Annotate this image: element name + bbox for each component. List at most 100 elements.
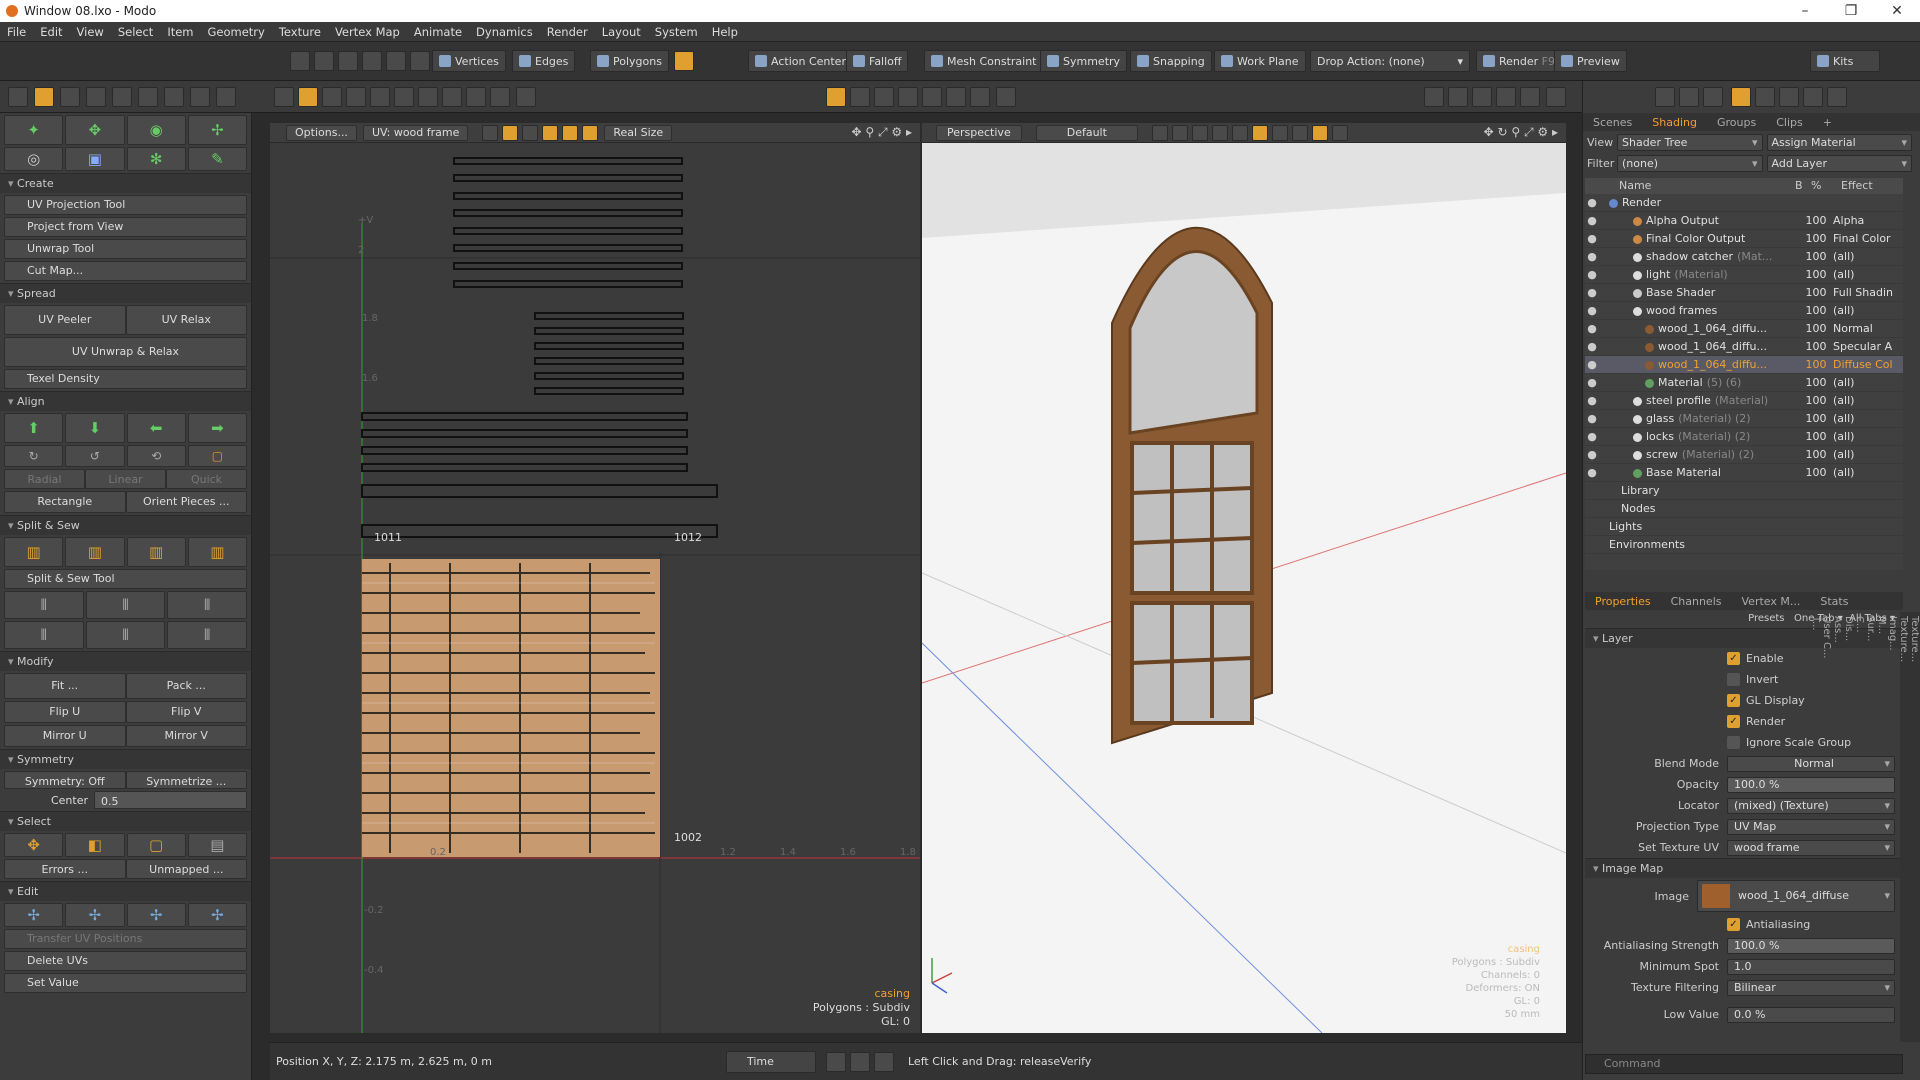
mirror-v-button[interactable]: Mirror V [125,725,247,747]
shader-tree-row[interactable]: ● wood_1_064_diffu... 100 Specular Am [1585,338,1903,356]
col-name[interactable]: Name [1619,178,1795,194]
enable-checkbox[interactable]: ✓ [1727,652,1740,665]
frame-icon[interactable] [874,87,894,107]
errors-button[interactable]: Errors ... [4,859,126,879]
vp-shadow-icon[interactable] [1271,124,1288,141]
mesh-constraint-button[interactable]: Mesh Constraint [924,50,1044,72]
snapping-button[interactable]: Snapping [1130,50,1212,72]
mesh-icon[interactable] [274,87,294,107]
symmetrize-button[interactable]: Symmetrize ... [125,771,247,789]
falloff-button[interactable]: Falloff [846,50,909,72]
uv-projection-tool-button[interactable]: UV Projection Tool [4,195,247,215]
vtab-user-channels[interactable]: User C... [1821,612,1832,1042]
visibility-eye-icon[interactable]: ● [1585,446,1599,463]
shader-tree-row[interactable]: ● Base Shader 100 Full Shading [1585,284,1903,302]
menu-vertex-map[interactable]: Vertex Map [328,25,407,39]
edit-a-icon[interactable]: ✢ [4,903,64,927]
vp-ao-icon[interactable] [1291,124,1308,141]
menu-layout[interactable]: Layout [595,25,648,39]
playback-icon[interactable] [850,1051,870,1072]
material-ball-3-icon[interactable] [1703,87,1723,107]
visibility-eye-icon[interactable]: ● [1585,302,1599,319]
vtab-c[interactable]: C... [1854,612,1865,1042]
tab-scenes[interactable]: Scenes [1583,116,1642,129]
maximize-button[interactable]: ❐ [1828,3,1874,19]
col-percent[interactable]: % [1811,178,1841,194]
work-plane-button[interactable]: Work Plane [1214,50,1306,72]
vtab-texture[interactable]: Texture... [1898,612,1909,1042]
invert-checkbox[interactable] [1727,673,1740,686]
sphere-tool-icon[interactable]: ◉ [126,115,186,145]
modify-section[interactable]: Modify [0,651,251,671]
peel-tool-icon[interactable]: ✎ [187,147,247,171]
split-sew-section[interactable]: Split & Sew [0,515,251,535]
uv-texture-icon[interactable] [542,124,559,141]
shader-tree-row[interactable]: ● wood frames 100 (all) [1585,302,1903,320]
environment-icon[interactable] [1755,87,1775,107]
visibility-eye-icon[interactable]: ● [1585,284,1599,301]
uv-wire-icon[interactable] [522,124,539,141]
vp-grid-icon[interactable] [1151,124,1168,141]
visibility-eye-icon[interactable]: ● [1585,248,1599,265]
shader-tree-row[interactable]: ● Final Color Output 100 Final Color [1585,230,1903,248]
list-icon[interactable] [1424,87,1444,107]
shader-tree-row[interactable]: ● Alpha Output 100 Alpha [1585,212,1903,230]
assign-material-dropdown[interactable]: Assign Material [1766,133,1912,151]
uv-grid-icon[interactable] [34,87,54,107]
gl-display-checkbox[interactable]: ✓ [1727,694,1740,707]
shader-tree-row[interactable]: Nodes [1585,500,1903,518]
vp-tool-icon[interactable] [1331,124,1348,141]
fit-button[interactable]: Fit ... [4,673,126,699]
symmetry-section[interactable]: Symmetry [0,749,251,769]
visibility-eye-icon[interactable] [1585,500,1599,517]
pivot-tool-icon[interactable]: ✢ [187,115,247,145]
time-button[interactable]: Time [726,1050,816,1073]
visibility-eye-icon[interactable]: ● [1585,266,1599,283]
create-section[interactable]: Create [0,173,251,193]
shader-tree-row[interactable]: Environments [1585,536,1903,554]
visibility-eye-icon[interactable]: ● [1585,320,1599,337]
align-up-icon[interactable]: ⬆ [4,413,64,443]
texel-density-button[interactable]: Texel Density [4,369,247,389]
cut-map-button[interactable]: Cut Map... [4,261,247,281]
shader-tree-row[interactable]: Lights [1585,518,1903,536]
refresh-icon[interactable] [216,87,236,107]
item-mode-icon[interactable] [674,51,694,71]
rotate-icon[interactable] [338,51,358,71]
menu-select[interactable]: Select [111,25,160,39]
keyframe-icon[interactable] [874,1051,894,1072]
light-bulb-icon[interactable] [1731,87,1751,107]
unwrap-icon[interactable] [826,87,846,107]
search-icon[interactable] [516,87,536,107]
project-from-view-button[interactable]: Project from View [4,217,247,237]
sew-b-icon[interactable]: ⫴ [85,591,166,619]
edit-d-icon[interactable]: ✢ [187,903,247,927]
linear-button[interactable]: Linear [85,469,166,489]
shield-icon[interactable] [386,51,406,71]
col-effect[interactable]: Effect [1841,178,1901,194]
uv-peeler-button[interactable]: UV Peeler [4,305,126,335]
vtab-texture-locator[interactable]: Texture... [1909,612,1920,1042]
sew-c-icon[interactable]: ⫴ [167,591,248,619]
bounds-icon[interactable]: ▢ [187,445,247,467]
uv-nav-icons[interactable]: ✥ ⚲ ⤢ ⚙ ▸ [852,125,912,140]
move-tool-icon[interactable]: ✥ [65,115,125,145]
shader-tree-row[interactable]: ● screw (Material) (2) 100 (all) [1585,446,1903,464]
visibility-eye-icon[interactable] [1585,518,1599,535]
visibility-eye-icon[interactable]: ● [1585,230,1599,247]
sew-e-icon[interactable]: ⫴ [85,621,166,649]
flip-v-button[interactable]: Flip V [125,701,247,723]
close-button[interactable]: ✕ [1874,3,1920,19]
vp-nav-icons[interactable]: ✥ ↻ ⚲ ⤢ ⚙ ▸ [1484,125,1558,140]
uv-map-dropdown[interactable]: UV: wood frame [362,124,469,141]
vertices-button[interactable]: Vertices [432,50,506,72]
unwrap-tool-button[interactable]: Unwrap Tool [4,239,247,259]
uv-viewport[interactable]: +V 2 1.8 1.6 -0.2 -0.4 0.2 1.2 1.4 1.6 1… [270,123,920,1033]
vtab-m[interactable]: M... [1876,612,1887,1042]
menu-geometry[interactable]: Geometry [201,25,272,39]
vtab-image[interactable]: Imag... [1887,612,1898,1042]
ignore-scale-checkbox[interactable] [1727,736,1740,749]
select-icon[interactable] [442,87,462,107]
select-all-icon[interactable]: ✥ [4,833,64,857]
rotate-cw-icon[interactable]: ↻ [4,445,64,467]
